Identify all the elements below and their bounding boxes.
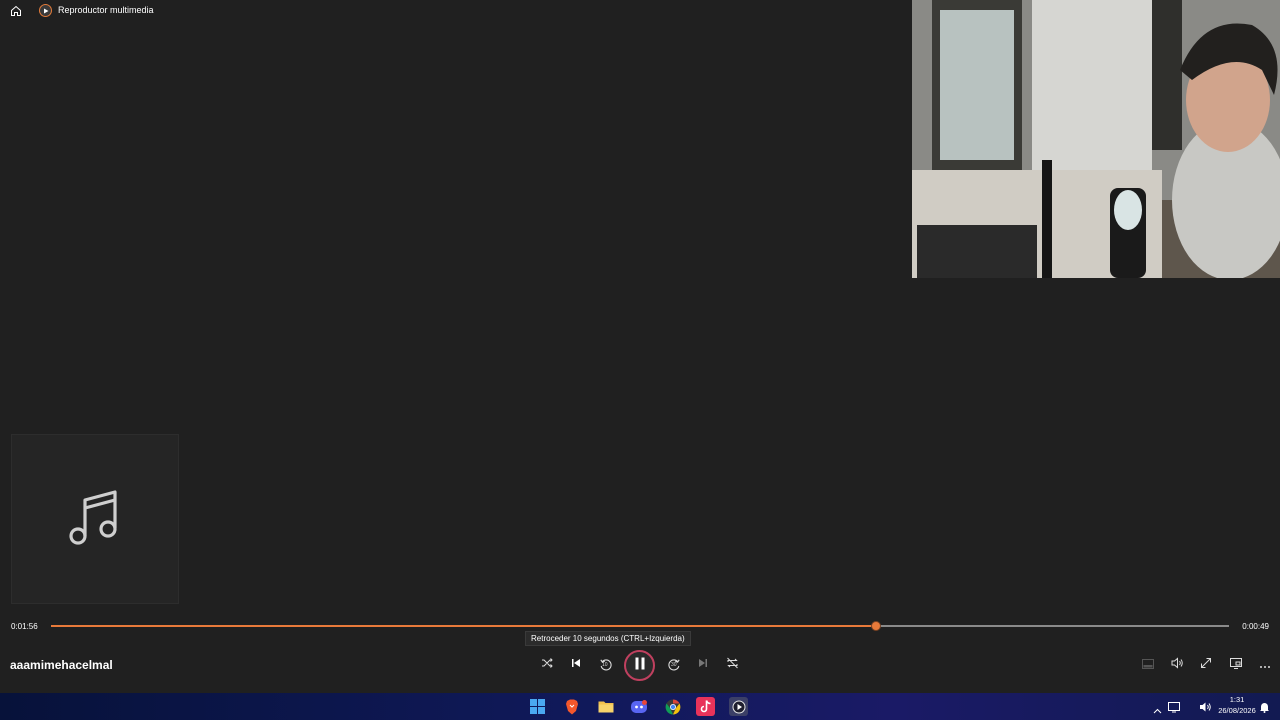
skip-back-tooltip: Retroceder 10 segundos (CTRL+Izquierda) (525, 631, 691, 646)
brave-browser-icon[interactable] (562, 697, 581, 716)
media-player-icon (39, 4, 52, 17)
repeat-off-icon (726, 656, 739, 674)
more-options-button[interactable] (1255, 655, 1275, 675)
app-title: Reproductor multimedia (58, 5, 154, 15)
cast-button[interactable] (1226, 655, 1246, 675)
volume-icon (1171, 656, 1184, 674)
volume-button[interactable] (1167, 655, 1187, 675)
seek-thumb[interactable] (870, 621, 881, 631)
tiktok-icon[interactable] (696, 697, 715, 716)
elapsed-time: 0:01:56 (11, 622, 38, 631)
fullscreen-button[interactable] (1196, 655, 1216, 675)
next-button[interactable] (693, 655, 713, 675)
music-note-icon (67, 486, 123, 553)
fullscreen-icon (1200, 656, 1212, 674)
next-icon (697, 656, 709, 674)
display-icon[interactable] (1168, 700, 1180, 718)
media-player-icon[interactable] (729, 697, 748, 716)
previous-button[interactable] (566, 655, 586, 675)
discord-icon[interactable] (629, 697, 648, 716)
skip-forward-30-button[interactable]: 30 (664, 655, 684, 675)
album-art-placeholder (11, 434, 179, 604)
notification-bell-icon[interactable] (1259, 700, 1270, 718)
pause-icon (634, 657, 646, 675)
miniplayer-icon (1142, 656, 1154, 674)
track-title: aaamimehacelmal (10, 658, 113, 672)
skip-back-label: 10 (602, 662, 608, 668)
previous-icon (570, 656, 582, 674)
seek-bar[interactable] (51, 621, 1229, 631)
clock[interactable]: 1:31 26/08/2026 (1217, 694, 1257, 716)
repeat-button[interactable] (722, 655, 742, 675)
title-bar: Reproductor multimedia (0, 0, 900, 22)
clock-time: 1:31 (1229, 695, 1245, 704)
tray-chevron-icon[interactable] (1153, 701, 1162, 719)
home-icon[interactable] (8, 3, 24, 19)
file-explorer-icon[interactable] (596, 697, 615, 716)
cast-icon (1230, 656, 1242, 674)
skip-forward-label: 30 (671, 662, 677, 668)
clock-date: 26/08/2026 (1218, 706, 1256, 715)
chrome-icon[interactable] (663, 697, 682, 716)
webcam-overlay (912, 0, 1280, 278)
skip-forward-30-icon: 30 (667, 658, 681, 672)
seek-progress (51, 625, 876, 627)
windows-start-icon[interactable] (528, 697, 547, 716)
shuffle-icon (541, 656, 553, 674)
remaining-time: 0:00:49 (1242, 622, 1269, 631)
skip-back-10-button[interactable]: 10 (596, 655, 616, 675)
pause-button[interactable] (624, 650, 655, 681)
taskbar: 1:31 26/08/2026 (0, 693, 1280, 720)
more-icon (1259, 656, 1271, 674)
speaker-icon[interactable] (1199, 700, 1212, 718)
skip-back-10-icon: 10 (599, 658, 613, 672)
miniplayer-button[interactable] (1138, 655, 1158, 675)
shuffle-button[interactable] (537, 655, 557, 675)
